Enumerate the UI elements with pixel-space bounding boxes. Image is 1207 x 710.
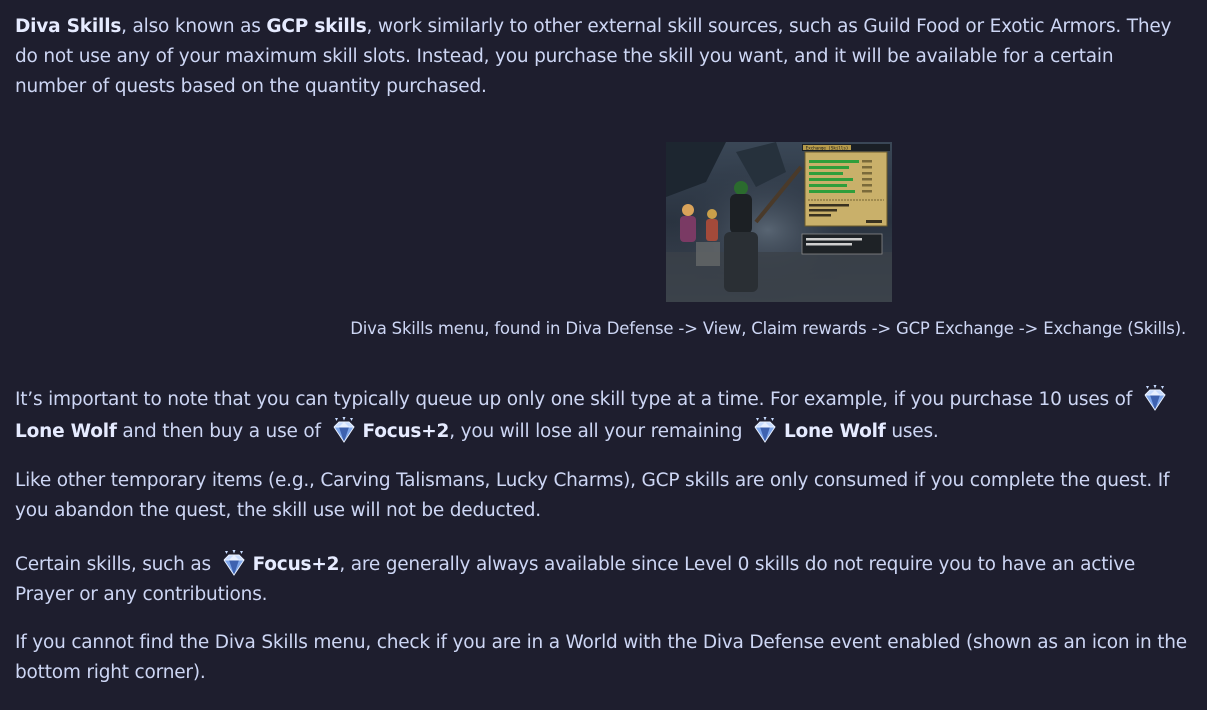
skill-focus-plus-2: Focus+2 [362, 421, 450, 442]
paragraph-queue-note: It’s important to note that you can typi… [15, 383, 1195, 447]
paragraph-level-0-skills: Certain skills, such as Focus+2, are gen… [15, 548, 1195, 610]
diva-gem-icon [1140, 383, 1170, 413]
game-screenshot-image: Exchange (Skills) [666, 142, 892, 302]
term-gcp-skills: GCP skills [266, 16, 367, 37]
term-diva-skills: Diva Skills [15, 16, 122, 37]
skill-lone-wolf: Lone Wolf [15, 421, 117, 442]
diva-gem-icon [219, 548, 249, 578]
menu-header-text: Exchange (Skills) [806, 146, 849, 152]
diva-skills-menu-screenshot[interactable]: Exchange (Skills) [666, 142, 892, 302]
intro-paragraph: Diva Skills, also known as GCP skills, w… [15, 16, 1172, 97]
paragraph-temporary-items: Like other temporary items (e.g., Carvin… [15, 470, 1170, 521]
figure-caption: Diva Skills menu, found in Diva Defense … [350, 319, 1186, 338]
skill-focus-plus-2: Focus+2 [252, 554, 340, 575]
diva-gem-icon [329, 415, 359, 445]
diva-gem-icon [750, 415, 780, 445]
skill-lone-wolf: Lone Wolf [783, 421, 886, 442]
paragraph-menu-not-found: If you cannot find the Diva Skills menu,… [15, 632, 1187, 683]
